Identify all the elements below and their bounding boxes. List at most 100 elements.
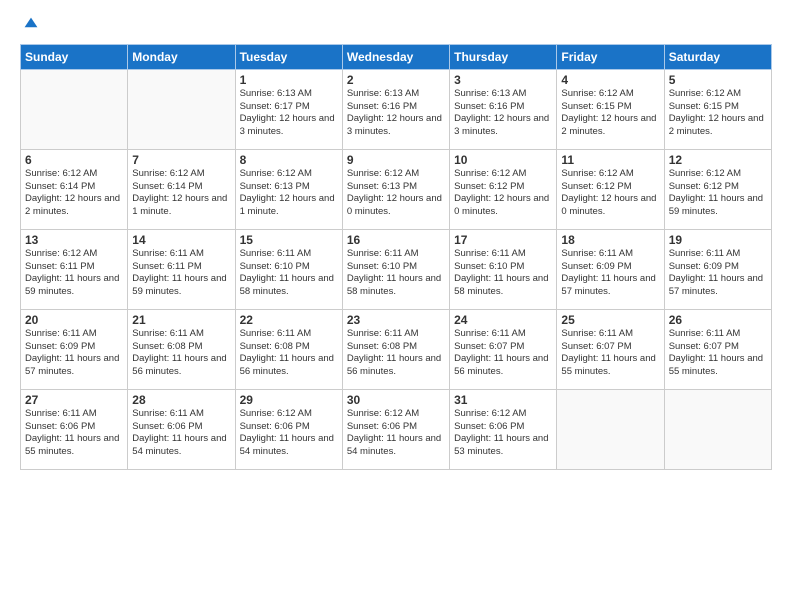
calendar-cell: 31Sunrise: 6:12 AMSunset: 6:06 PMDayligh…	[450, 389, 557, 469]
day-number: 7	[132, 153, 230, 167]
week-row-2: 6Sunrise: 6:12 AMSunset: 6:14 PMDaylight…	[21, 149, 772, 229]
day-number: 21	[132, 313, 230, 327]
day-number: 27	[25, 393, 123, 407]
calendar-cell: 1Sunrise: 6:13 AMSunset: 6:17 PMDaylight…	[235, 69, 342, 149]
calendar-cell: 17Sunrise: 6:11 AMSunset: 6:10 PMDayligh…	[450, 229, 557, 309]
day-number: 30	[347, 393, 445, 407]
logo	[20, 16, 41, 34]
day-info: Sunrise: 6:12 AMSunset: 6:12 PMDaylight:…	[454, 168, 552, 219]
day-info: Sunrise: 6:11 AMSunset: 6:08 PMDaylight:…	[347, 328, 445, 379]
week-row-4: 20Sunrise: 6:11 AMSunset: 6:09 PMDayligh…	[21, 309, 772, 389]
day-info: Sunrise: 6:11 AMSunset: 6:09 PMDaylight:…	[669, 248, 767, 299]
day-header-friday: Friday	[557, 44, 664, 69]
week-row-1: 1Sunrise: 6:13 AMSunset: 6:17 PMDaylight…	[21, 69, 772, 149]
calendar-cell	[128, 69, 235, 149]
day-number: 22	[240, 313, 338, 327]
day-info: Sunrise: 6:12 AMSunset: 6:06 PMDaylight:…	[240, 408, 338, 459]
calendar-cell: 19Sunrise: 6:11 AMSunset: 6:09 PMDayligh…	[664, 229, 771, 309]
day-info: Sunrise: 6:11 AMSunset: 6:07 PMDaylight:…	[454, 328, 552, 379]
calendar-cell: 25Sunrise: 6:11 AMSunset: 6:07 PMDayligh…	[557, 309, 664, 389]
calendar-cell	[21, 69, 128, 149]
day-number: 9	[347, 153, 445, 167]
day-number: 18	[561, 233, 659, 247]
day-number: 14	[132, 233, 230, 247]
day-info: Sunrise: 6:11 AMSunset: 6:09 PMDaylight:…	[25, 328, 123, 379]
day-number: 4	[561, 73, 659, 87]
calendar-cell: 13Sunrise: 6:12 AMSunset: 6:11 PMDayligh…	[21, 229, 128, 309]
day-info: Sunrise: 6:12 AMSunset: 6:15 PMDaylight:…	[561, 88, 659, 139]
calendar-cell: 30Sunrise: 6:12 AMSunset: 6:06 PMDayligh…	[342, 389, 449, 469]
day-number: 24	[454, 313, 552, 327]
day-number: 23	[347, 313, 445, 327]
day-header-monday: Monday	[128, 44, 235, 69]
calendar-cell: 12Sunrise: 6:12 AMSunset: 6:12 PMDayligh…	[664, 149, 771, 229]
day-info: Sunrise: 6:12 AMSunset: 6:06 PMDaylight:…	[347, 408, 445, 459]
header	[20, 16, 772, 34]
day-number: 3	[454, 73, 552, 87]
day-number: 12	[669, 153, 767, 167]
day-info: Sunrise: 6:11 AMSunset: 6:06 PMDaylight:…	[132, 408, 230, 459]
day-number: 20	[25, 313, 123, 327]
day-header-tuesday: Tuesday	[235, 44, 342, 69]
page: SundayMondayTuesdayWednesdayThursdayFrid…	[0, 0, 792, 612]
day-header-saturday: Saturday	[664, 44, 771, 69]
day-number: 17	[454, 233, 552, 247]
logo-text	[20, 16, 41, 36]
day-info: Sunrise: 6:13 AMSunset: 6:17 PMDaylight:…	[240, 88, 338, 139]
day-number: 19	[669, 233, 767, 247]
calendar-cell: 29Sunrise: 6:12 AMSunset: 6:06 PMDayligh…	[235, 389, 342, 469]
day-number: 29	[240, 393, 338, 407]
calendar-cell: 11Sunrise: 6:12 AMSunset: 6:12 PMDayligh…	[557, 149, 664, 229]
day-info: Sunrise: 6:11 AMSunset: 6:09 PMDaylight:…	[561, 248, 659, 299]
day-number: 1	[240, 73, 338, 87]
calendar-cell: 2Sunrise: 6:13 AMSunset: 6:16 PMDaylight…	[342, 69, 449, 149]
day-info: Sunrise: 6:12 AMSunset: 6:15 PMDaylight:…	[669, 88, 767, 139]
calendar-cell: 15Sunrise: 6:11 AMSunset: 6:10 PMDayligh…	[235, 229, 342, 309]
day-number: 15	[240, 233, 338, 247]
day-number: 6	[25, 153, 123, 167]
day-info: Sunrise: 6:12 AMSunset: 6:12 PMDaylight:…	[561, 168, 659, 219]
calendar-cell: 21Sunrise: 6:11 AMSunset: 6:08 PMDayligh…	[128, 309, 235, 389]
calendar-cell: 3Sunrise: 6:13 AMSunset: 6:16 PMDaylight…	[450, 69, 557, 149]
day-info: Sunrise: 6:12 AMSunset: 6:13 PMDaylight:…	[240, 168, 338, 219]
day-info: Sunrise: 6:11 AMSunset: 6:08 PMDaylight:…	[132, 328, 230, 379]
calendar-cell: 6Sunrise: 6:12 AMSunset: 6:14 PMDaylight…	[21, 149, 128, 229]
day-info: Sunrise: 6:12 AMSunset: 6:12 PMDaylight:…	[669, 168, 767, 219]
day-header-wednesday: Wednesday	[342, 44, 449, 69]
day-number: 31	[454, 393, 552, 407]
day-info: Sunrise: 6:11 AMSunset: 6:08 PMDaylight:…	[240, 328, 338, 379]
day-number: 11	[561, 153, 659, 167]
day-info: Sunrise: 6:12 AMSunset: 6:14 PMDaylight:…	[25, 168, 123, 219]
day-number: 28	[132, 393, 230, 407]
calendar-cell: 27Sunrise: 6:11 AMSunset: 6:06 PMDayligh…	[21, 389, 128, 469]
day-info: Sunrise: 6:13 AMSunset: 6:16 PMDaylight:…	[454, 88, 552, 139]
day-info: Sunrise: 6:11 AMSunset: 6:07 PMDaylight:…	[561, 328, 659, 379]
calendar: SundayMondayTuesdayWednesdayThursdayFrid…	[20, 44, 772, 470]
calendar-cell: 9Sunrise: 6:12 AMSunset: 6:13 PMDaylight…	[342, 149, 449, 229]
calendar-cell: 4Sunrise: 6:12 AMSunset: 6:15 PMDaylight…	[557, 69, 664, 149]
calendar-cell: 20Sunrise: 6:11 AMSunset: 6:09 PMDayligh…	[21, 309, 128, 389]
calendar-cell: 22Sunrise: 6:11 AMSunset: 6:08 PMDayligh…	[235, 309, 342, 389]
calendar-cell: 7Sunrise: 6:12 AMSunset: 6:14 PMDaylight…	[128, 149, 235, 229]
day-header-sunday: Sunday	[21, 44, 128, 69]
calendar-cell: 5Sunrise: 6:12 AMSunset: 6:15 PMDaylight…	[664, 69, 771, 149]
day-number: 2	[347, 73, 445, 87]
calendar-cell: 18Sunrise: 6:11 AMSunset: 6:09 PMDayligh…	[557, 229, 664, 309]
calendar-cell: 28Sunrise: 6:11 AMSunset: 6:06 PMDayligh…	[128, 389, 235, 469]
day-info: Sunrise: 6:12 AMSunset: 6:11 PMDaylight:…	[25, 248, 123, 299]
calendar-cell: 14Sunrise: 6:11 AMSunset: 6:11 PMDayligh…	[128, 229, 235, 309]
calendar-cell: 23Sunrise: 6:11 AMSunset: 6:08 PMDayligh…	[342, 309, 449, 389]
calendar-cell: 8Sunrise: 6:12 AMSunset: 6:13 PMDaylight…	[235, 149, 342, 229]
day-info: Sunrise: 6:11 AMSunset: 6:06 PMDaylight:…	[25, 408, 123, 459]
day-info: Sunrise: 6:12 AMSunset: 6:13 PMDaylight:…	[347, 168, 445, 219]
calendar-cell: 24Sunrise: 6:11 AMSunset: 6:07 PMDayligh…	[450, 309, 557, 389]
day-info: Sunrise: 6:12 AMSunset: 6:14 PMDaylight:…	[132, 168, 230, 219]
day-info: Sunrise: 6:11 AMSunset: 6:10 PMDaylight:…	[454, 248, 552, 299]
calendar-cell: 10Sunrise: 6:12 AMSunset: 6:12 PMDayligh…	[450, 149, 557, 229]
week-row-5: 27Sunrise: 6:11 AMSunset: 6:06 PMDayligh…	[21, 389, 772, 469]
calendar-header-row: SundayMondayTuesdayWednesdayThursdayFrid…	[21, 44, 772, 69]
week-row-3: 13Sunrise: 6:12 AMSunset: 6:11 PMDayligh…	[21, 229, 772, 309]
day-info: Sunrise: 6:11 AMSunset: 6:10 PMDaylight:…	[240, 248, 338, 299]
day-number: 8	[240, 153, 338, 167]
day-number: 25	[561, 313, 659, 327]
